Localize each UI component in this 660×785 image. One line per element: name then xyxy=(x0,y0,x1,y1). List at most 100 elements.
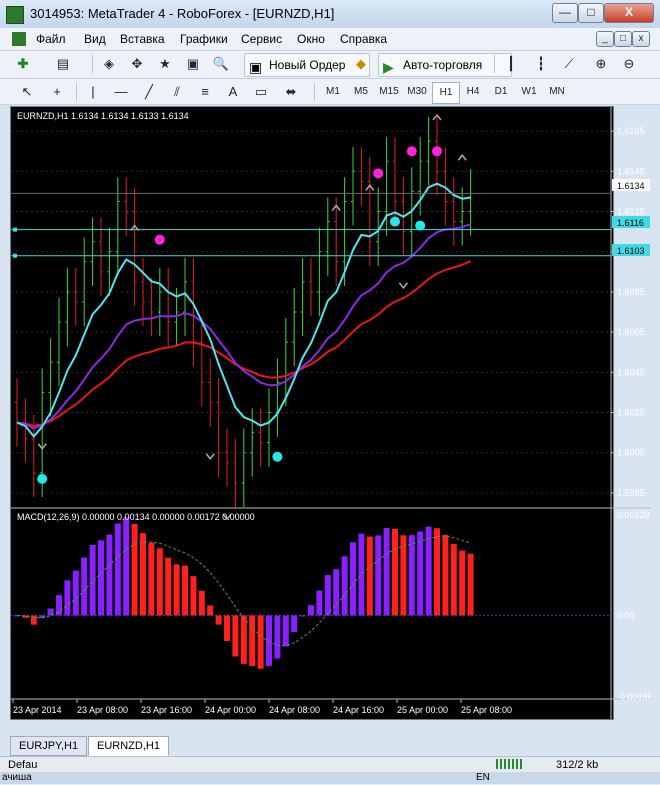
language-indicator[interactable]: EN xyxy=(476,772,490,783)
macd-bar xyxy=(89,544,96,616)
bar-chart-icon[interactable]: ┃ xyxy=(500,54,522,74)
taskbar: ачиша EN xyxy=(0,772,660,784)
trendline-icon[interactable]: ╱ xyxy=(138,82,160,102)
taskbar-item[interactable]: ачиша xyxy=(2,772,32,783)
close-button[interactable]: X xyxy=(604,3,654,23)
sell-signal-dot xyxy=(373,168,384,179)
chart-restore-button[interactable]: □ xyxy=(614,31,632,47)
macd-header: MACD(12,26,9) 0.00000 0.00134 0.00000 0.… xyxy=(17,512,255,522)
macd-bar xyxy=(358,533,365,616)
tf-w1[interactable]: W1 xyxy=(516,82,542,102)
macd-bar xyxy=(106,534,113,616)
time-tick-label: 23 Apr 16:00 xyxy=(141,705,192,715)
crosshair-icon[interactable]: + xyxy=(46,82,68,102)
macd-bar xyxy=(459,550,466,616)
menu-window[interactable]: Окно xyxy=(297,32,325,46)
vertical-line-icon[interactable]: | xyxy=(82,82,104,102)
chart-minimize-button[interactable]: _ xyxy=(596,31,614,47)
connection-icon xyxy=(496,759,524,769)
cursor-icon[interactable]: ↖ xyxy=(16,82,38,102)
price-tick-label: 1.6145 xyxy=(617,166,645,176)
menu-bar: Файл Вид Вставка Графики Сервис Окно Спр… xyxy=(0,28,660,51)
tf-m30[interactable]: M30 xyxy=(404,82,430,102)
menu-view[interactable]: Вид xyxy=(84,32,106,46)
menu-charts[interactable]: Графики xyxy=(180,32,228,46)
chart-window-icon xyxy=(12,32,26,46)
chart-area[interactable]: 1.61651.61451.61251.61051.60851.60651.60… xyxy=(10,106,651,720)
tester-icon[interactable]: 🔍 xyxy=(210,54,232,74)
hline-handle xyxy=(13,227,17,232)
macd-bar xyxy=(467,553,474,616)
metaeditor-icon[interactable]: ◆ xyxy=(350,54,372,74)
macd-bar xyxy=(350,542,356,616)
tab-eurjpy[interactable]: EURJPY,H1 xyxy=(10,736,88,756)
macd-bar xyxy=(408,535,415,616)
market-watch-icon[interactable]: ◈ xyxy=(98,54,120,74)
macd-bar xyxy=(434,528,440,616)
macd-bar xyxy=(299,615,306,617)
macd-bar xyxy=(324,575,331,616)
tab-eurnzd[interactable]: EURNZD,H1 xyxy=(88,736,169,756)
time-tick-label: 25 Apr 00:00 xyxy=(397,705,448,715)
data-window-icon[interactable]: ✥ xyxy=(126,54,148,74)
line-chart-icon[interactable]: ⟋ xyxy=(558,54,580,74)
time-tick-label: 25 Apr 08:00 xyxy=(461,705,512,715)
chart-close-button[interactable]: x xyxy=(632,31,650,47)
tf-mn[interactable]: MN xyxy=(544,82,570,102)
zoom-out-icon[interactable]: ⊖ xyxy=(618,54,640,74)
macd-bar xyxy=(182,565,188,616)
buy-signal-dot xyxy=(415,220,426,231)
maximize-button[interactable]: □ xyxy=(578,3,604,23)
candlestick-icon[interactable]: ┇ xyxy=(530,54,552,74)
macd-bar xyxy=(417,531,424,616)
macd-bar xyxy=(232,615,239,657)
price-tick-label: 1.5985 xyxy=(617,488,645,498)
horizontal-line-icon[interactable]: — xyxy=(110,82,132,102)
tf-h4[interactable]: H4 xyxy=(460,82,486,102)
sell-signal-dot xyxy=(406,146,417,157)
macd-bar xyxy=(282,615,289,647)
terminal-icon[interactable]: ▣ xyxy=(182,54,204,74)
new-chart-icon[interactable]: ✚ xyxy=(12,54,34,74)
autotrading-button[interactable]: ▶ Авто-торговля xyxy=(378,53,512,77)
time-tick-label: 24 Apr 08:00 xyxy=(269,705,320,715)
minimize-button[interactable]: — xyxy=(552,3,578,23)
tf-m1[interactable]: M1 xyxy=(320,82,346,102)
menu-tools[interactable]: Сервис xyxy=(241,32,282,46)
macd-bar xyxy=(450,544,457,616)
fibonacci-icon[interactable]: ≡ xyxy=(194,82,216,102)
macd-bar xyxy=(64,580,71,616)
equidistant-channel-icon[interactable]: ⫽ xyxy=(166,82,188,102)
profiles-icon[interactable]: ▤ xyxy=(52,54,74,74)
macd-bar xyxy=(442,534,449,616)
chart-tabs: EURJPY,H1 EURNZD,H1 xyxy=(10,736,650,756)
new-order-icon: ▣ xyxy=(249,59,263,75)
macd-bar xyxy=(341,556,348,616)
buy-signal-dot xyxy=(390,216,400,227)
tf-m5[interactable]: M5 xyxy=(348,82,374,102)
macd-bar xyxy=(240,615,247,664)
tf-h1[interactable]: H1 xyxy=(432,82,460,104)
macd-bar xyxy=(257,615,264,669)
label-icon[interactable]: ▭ xyxy=(250,82,272,102)
menu-help[interactable]: Справка xyxy=(340,32,387,46)
price-chart-svg[interactable]: 1.61651.61451.61251.61051.60851.60651.60… xyxy=(11,107,651,719)
autotrading-icon: ▶ xyxy=(383,59,394,75)
macd-bar xyxy=(190,576,197,616)
macd-bar xyxy=(156,548,163,616)
text-icon[interactable]: A xyxy=(222,82,244,102)
macd-bar xyxy=(425,526,432,616)
menu-file[interactable]: Файл xyxy=(36,32,66,46)
autotrading-label: Авто-торговля xyxy=(403,58,483,72)
menu-insert[interactable]: Вставка xyxy=(120,32,165,46)
zoom-in-icon[interactable]: ⊕ xyxy=(590,54,612,74)
navigator-icon[interactable]: ★ xyxy=(154,54,176,74)
tf-m15[interactable]: M15 xyxy=(376,82,402,102)
hline1-price-label: 1.6116 xyxy=(617,218,644,228)
tf-d1[interactable]: D1 xyxy=(488,82,514,102)
macd-bar xyxy=(333,569,340,616)
arrows-icon[interactable]: ⬌ xyxy=(280,82,302,102)
sell-signal-dot xyxy=(432,146,442,157)
macd-bar xyxy=(249,615,256,667)
price-tick-label: 1.6025 xyxy=(617,408,645,418)
